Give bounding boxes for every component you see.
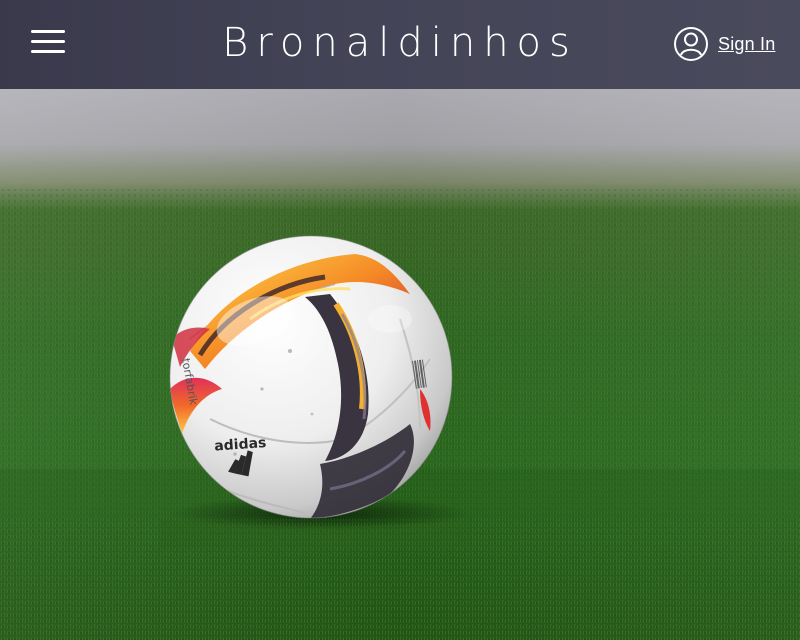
page: Bronaldinhos Sign In adidas torfabrik (0, 0, 800, 640)
menu-icon-line (31, 40, 65, 43)
hamburger-menu-button[interactable] (31, 28, 65, 56)
menu-icon-line (31, 50, 65, 53)
hero-image: adidas torfabrik (0, 89, 800, 640)
top-navigation-bar: Bronaldinhos Sign In (0, 0, 800, 89)
sign-in-link[interactable]: Sign In (673, 24, 775, 64)
menu-icon-line (31, 30, 65, 33)
soccer-ball: adidas torfabrik (169, 235, 453, 519)
soccer-ball-on-grass-photo: adidas torfabrik (0, 89, 800, 640)
user-circle-icon (674, 27, 708, 61)
sign-in-label: Sign In (718, 33, 776, 54)
